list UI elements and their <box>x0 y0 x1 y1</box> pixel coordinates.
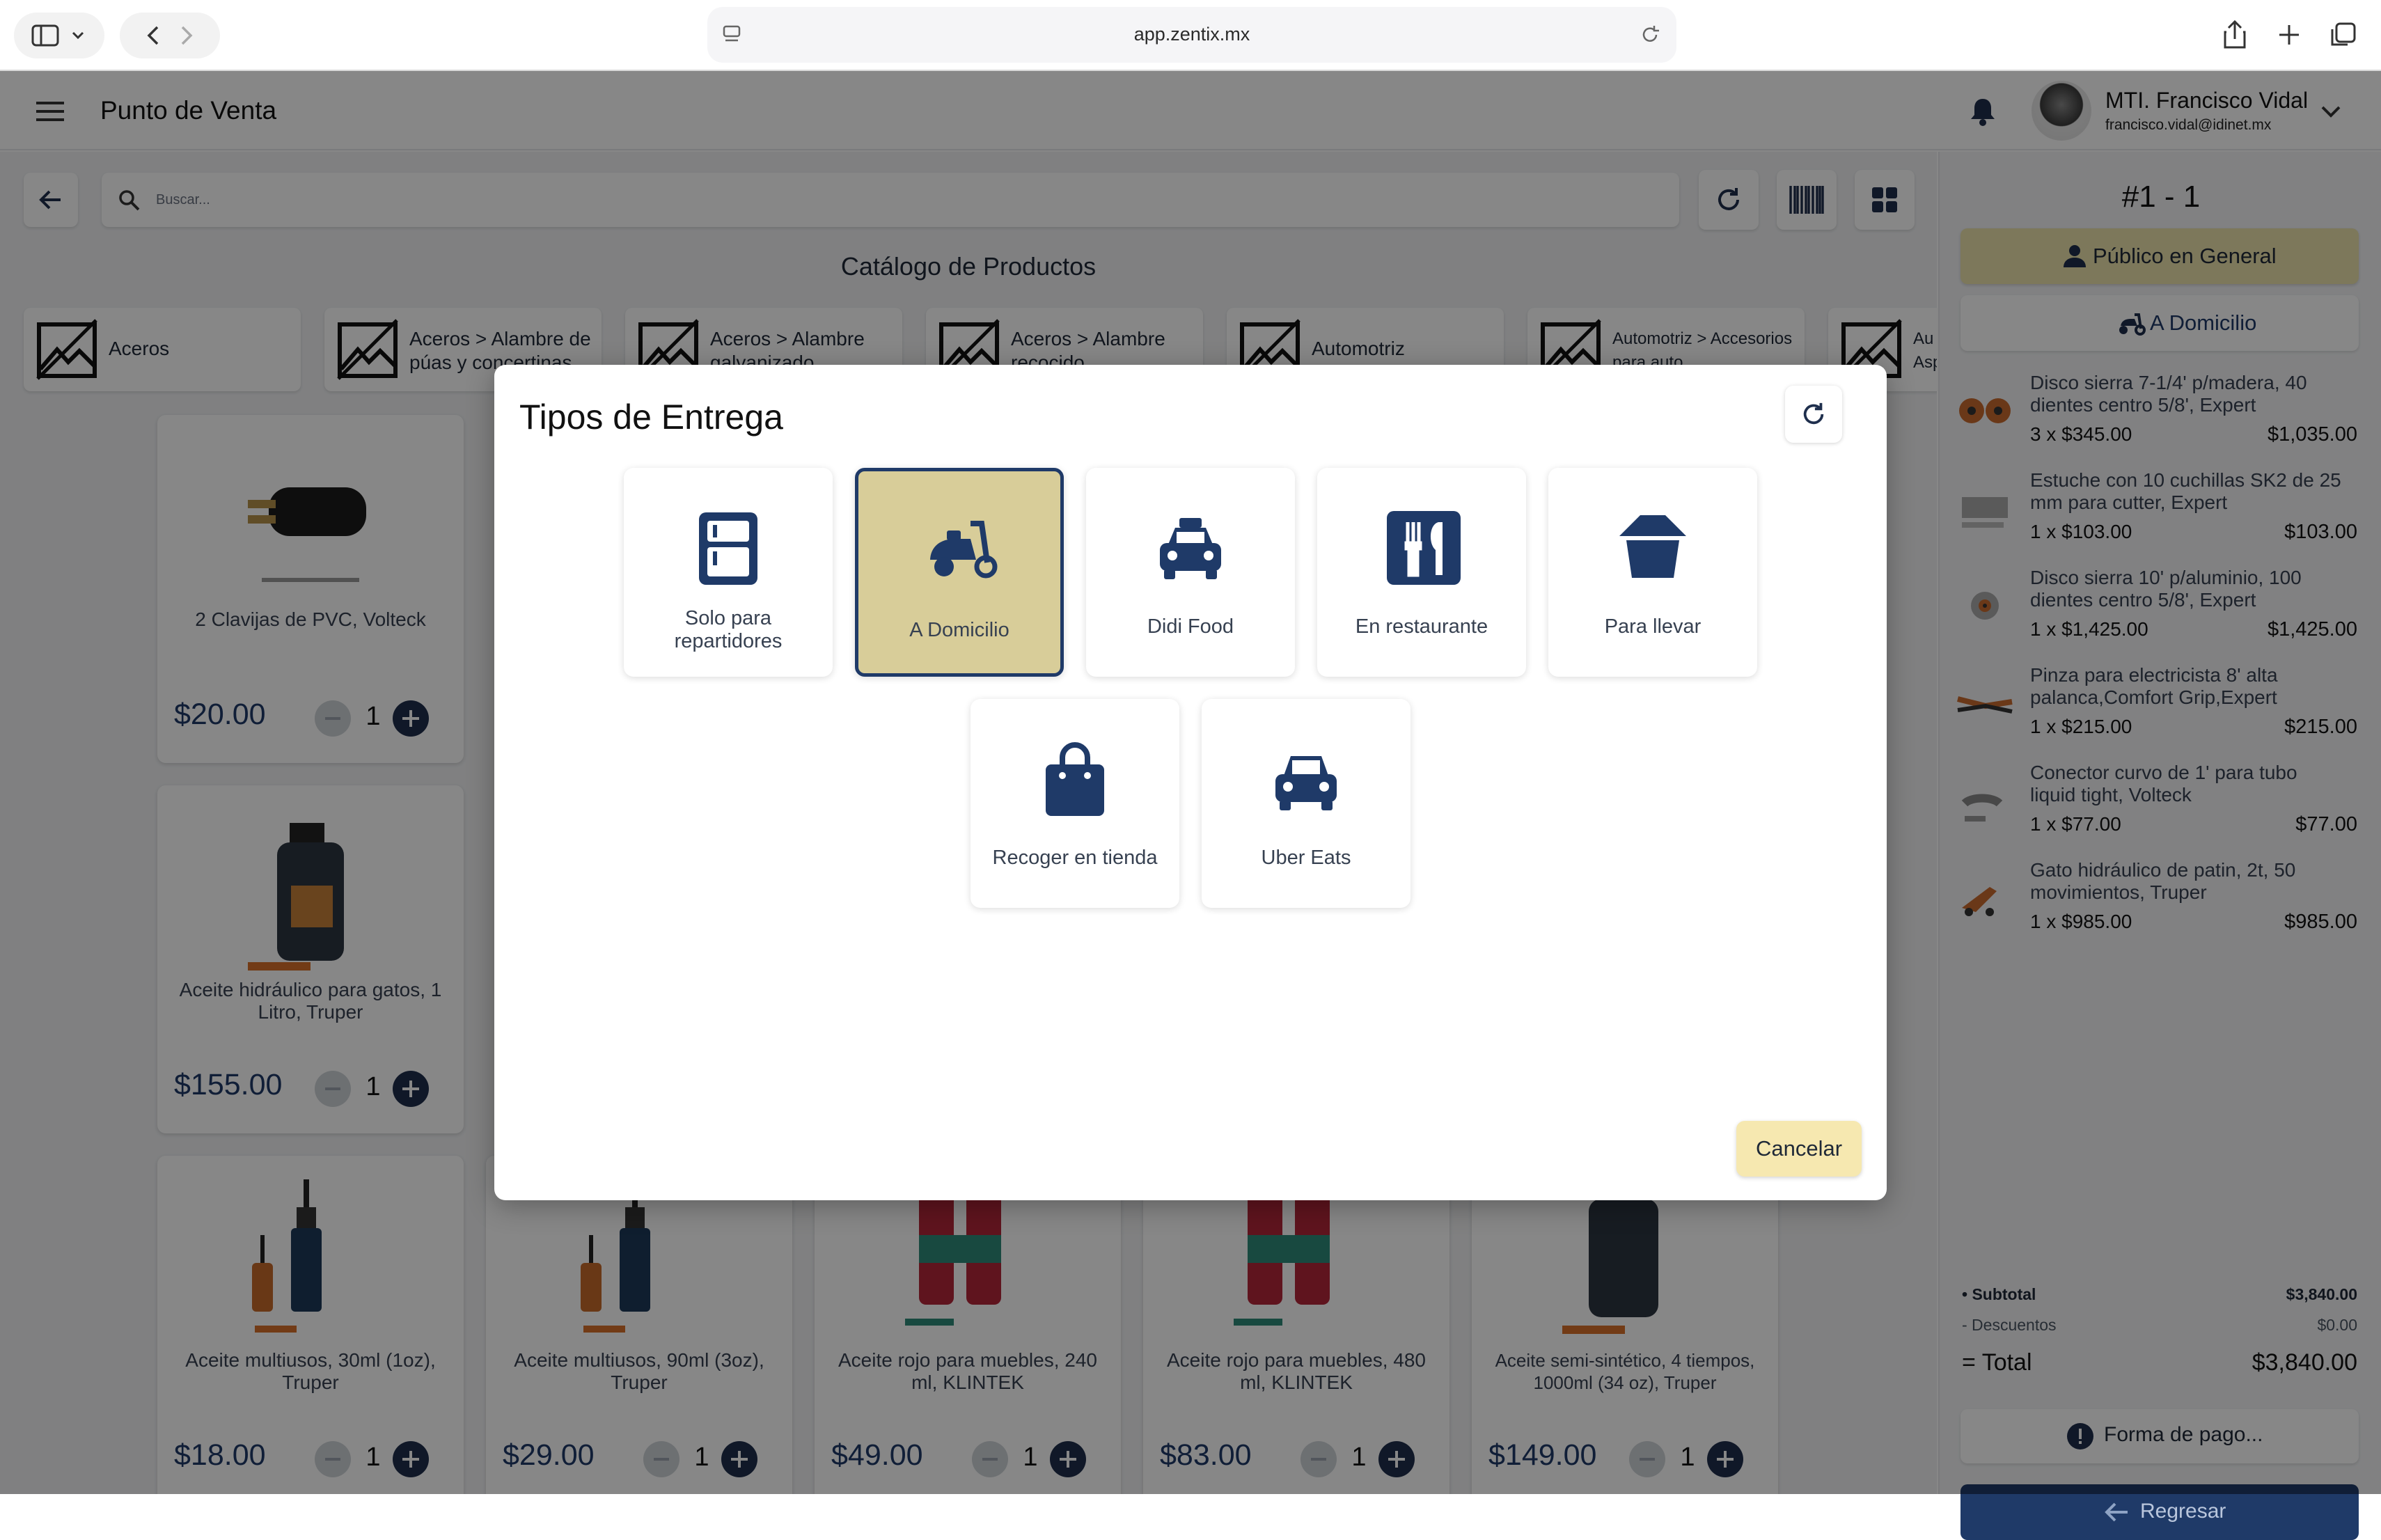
share-icon[interactable] <box>2221 19 2249 50</box>
delivery-option-recoger-en-tienda[interactable]: Recoger en tienda <box>971 699 1179 908</box>
car-icon <box>1275 756 1337 810</box>
option-label: Solo para repartidores <box>674 607 783 652</box>
dialog-refresh-button[interactable] <box>1785 386 1842 443</box>
option-label: Didi Food <box>1147 615 1234 638</box>
browser-toolbar: app.zentix.mx <box>0 0 2381 71</box>
address-bar[interactable]: app.zentix.mx <box>707 7 1676 63</box>
delivery-option-uber-eats[interactable]: Uber Eats <box>1202 699 1410 908</box>
delivery-option-solo-repartidores[interactable]: Solo para repartidores <box>624 468 833 677</box>
sidebar-icon <box>31 24 84 47</box>
option-label: Para llevar <box>1604 615 1702 638</box>
delivery-option-a-domicilio[interactable]: A Domicilio <box>855 468 1064 677</box>
new-tab-icon[interactable] <box>2275 21 2303 49</box>
arrow-left-icon <box>2105 1502 2128 1522</box>
option-label: En restaurante <box>1355 615 1488 638</box>
back-nav-button[interactable] <box>120 13 220 58</box>
delivery-option-para-llevar[interactable]: Para llevar <box>1548 468 1757 677</box>
return-label: Regresar <box>2140 1500 2226 1523</box>
sidebar-toggle-button[interactable] <box>14 13 104 58</box>
cancel-button[interactable]: Cancelar <box>1736 1121 1862 1177</box>
takeaway-box-icon <box>1619 515 1686 578</box>
option-label: Uber Eats <box>1261 847 1351 869</box>
shopping-bag-icon <box>1046 742 1104 816</box>
tabs-overview-icon[interactable] <box>2329 21 2357 49</box>
delivery-option-didi-food[interactable]: Didi Food <box>1086 468 1295 677</box>
utensils-icon <box>1387 511 1461 585</box>
option-label: Recoger en tienda <box>992 847 1158 869</box>
delivery-types-dialog: Tipos de Entrega Solo para repartidores … <box>494 365 1887 1200</box>
option-label: A Domicilio <box>909 619 1009 641</box>
reload-icon[interactable] <box>1639 24 1661 46</box>
scooter-icon <box>930 521 998 579</box>
delivery-option-en-restaurante[interactable]: En restaurante <box>1317 468 1526 677</box>
taxi-icon <box>1160 518 1221 579</box>
chevron-left-icon <box>147 26 193 45</box>
dialog-title: Tipos de Entrega <box>519 398 783 437</box>
delivery-box-icon <box>699 512 757 585</box>
url-text: app.zentix.mx <box>1133 24 1250 45</box>
refresh-icon <box>1803 402 1824 425</box>
